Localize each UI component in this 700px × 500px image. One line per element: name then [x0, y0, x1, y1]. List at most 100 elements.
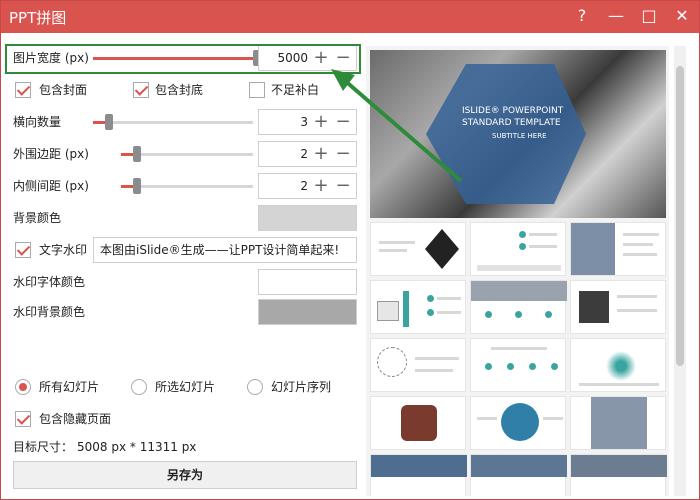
annotation-highlight-box: [5, 44, 361, 74]
wm-bg-color-row: 水印背景颜色: [13, 299, 357, 325]
scope-selected-radio[interactable]: [131, 379, 147, 395]
settings-panel: 图片宽度 (px) 5000 + − 包含封面 包含封底 不足补白 横向数量 3…: [1, 33, 363, 499]
thumb-skyline: [477, 265, 561, 271]
bg-color-swatch[interactable]: [258, 205, 357, 231]
fill-blank-label: 不足补白: [271, 83, 320, 97]
wm-font-color-label: 水印字体颜色: [13, 275, 86, 289]
columns-slider-thumb[interactable]: [105, 114, 113, 130]
thumb-text-line: [623, 253, 657, 256]
ppt-collage-window: PPT拼图 ? — □ ✕ 图片宽度 (px) 5000 + − 包含封面 包含…: [0, 0, 700, 500]
wm-font-color-row: 水印字体颜色: [13, 269, 357, 295]
thumb-building-image: [571, 223, 615, 275]
inner-spacing-value[interactable]: 2: [300, 174, 308, 198]
outer-margin-slider-thumb[interactable]: [133, 146, 141, 162]
wm-bg-color-swatch[interactable]: [258, 299, 357, 325]
thumb-text-line: [617, 295, 657, 298]
preview-slide-thumbnail: [470, 396, 566, 450]
columns-number-box: 3 + −: [258, 109, 357, 135]
thumb-dot: [519, 231, 526, 238]
preview-slide-thumbnail: [470, 454, 567, 496]
target-size-row: 目标尺寸： 5008 px * 11311 px: [13, 434, 357, 460]
outer-margin-value[interactable]: 2: [300, 142, 308, 166]
columns-row: 横向数量 3 + −: [13, 109, 357, 135]
outer-margin-label: 外围边距 (px): [13, 147, 89, 161]
maximize-button[interactable]: □: [638, 5, 660, 27]
thumb-text-line: [415, 369, 453, 372]
thumb-map-dots: [601, 351, 641, 381]
thumb-text-line: [623, 233, 659, 236]
target-size-label: 目标尺寸：: [13, 440, 74, 454]
thumb-dot: [485, 311, 492, 318]
columns-label: 横向数量: [13, 115, 62, 129]
options-row: 包含封面 包含封底 不足补白: [13, 77, 357, 103]
cover-subtitle: SUBTITLE HERE: [492, 132, 547, 140]
inner-spacing-row: 内侧间距 (px) 2 + −: [13, 173, 357, 199]
thumb-desk-illustration: [579, 291, 609, 323]
preview-slide-thumbnail: [370, 338, 466, 392]
thumb-dot: [485, 363, 492, 370]
wm-bg-color-label: 水印背景颜色: [13, 305, 86, 319]
preview-slide-thumbnail: [570, 280, 666, 334]
thumb-text-line: [579, 383, 659, 386]
bg-color-label: 背景颜色: [13, 211, 62, 225]
cover-title-line2: STANDARD TEMPLATE: [462, 118, 561, 128]
decrement-icon[interactable]: −: [334, 176, 352, 196]
inner-spacing-slider-thumb[interactable]: [133, 178, 141, 194]
scope-sequence-radio[interactable]: [247, 379, 263, 395]
increment-icon[interactable]: +: [312, 144, 330, 164]
include-back-checkbox[interactable]: [133, 82, 149, 98]
minimize-button[interactable]: —: [605, 5, 627, 27]
preview-scrollbar[interactable]: [674, 46, 686, 496]
thumb-header-image: [371, 455, 467, 477]
increment-icon[interactable]: +: [312, 112, 330, 132]
preview-slide-thumbnail: [370, 454, 467, 496]
preview-slide-thumbnail: [370, 396, 466, 450]
wm-font-color-swatch[interactable]: [258, 269, 357, 295]
decrement-icon[interactable]: −: [334, 112, 352, 132]
thumb-dot: [519, 243, 526, 250]
preview-slide-thumbnail: [470, 280, 567, 334]
thumb-text-line: [529, 245, 557, 248]
include-cover-checkbox[interactable]: [15, 82, 31, 98]
preview-slide-thumbnail: [370, 280, 466, 334]
decrement-icon[interactable]: −: [334, 144, 352, 164]
thumb-text-line: [543, 417, 563, 420]
preview-cover-slide: ISLIDE® POWERPOINT STANDARD TEMPLATE SUB…: [370, 50, 666, 218]
thumb-arrow-stack: [403, 291, 409, 327]
thumb-diamond-image: [425, 229, 459, 269]
preview-slide-thumbnail: [570, 222, 666, 276]
thumb-dot: [551, 363, 558, 370]
help-button[interactable]: ?: [571, 5, 593, 27]
thumb-house-icon: [377, 301, 399, 321]
watermark-text-input[interactable]: 本图由iSlide®生成——让PPT设计简单起来!: [93, 237, 357, 263]
save-as-button[interactable]: 另存为: [13, 461, 357, 489]
close-button[interactable]: ✕: [671, 5, 693, 27]
preview-slide-thumbnail: [470, 338, 566, 392]
preview-scrollbar-thumb[interactable]: [676, 66, 684, 366]
scope-all-radio[interactable]: [15, 379, 31, 395]
watermark-checkbox[interactable]: [15, 242, 31, 258]
columns-value[interactable]: 3: [300, 110, 308, 134]
titlebar: PPT拼图 ? — □ ✕: [1, 1, 699, 33]
thumb-text-line: [437, 297, 461, 300]
inner-spacing-number-box: 2 + −: [258, 173, 357, 199]
thumb-arc-diagram: [377, 347, 407, 377]
preview-slide-thumbnail: [570, 454, 667, 496]
thumb-dot: [427, 309, 434, 316]
thumb-header-image: [471, 281, 567, 301]
include-hidden-row: 包含隐藏页面: [13, 406, 357, 432]
thumb-dot: [427, 295, 434, 302]
thumb-text-line: [379, 241, 415, 244]
preview-pane: ISLIDE® POWERPOINT STANDARD TEMPLATE SUB…: [366, 46, 669, 496]
thumb-text-line: [491, 347, 547, 350]
bg-color-row: 背景颜色: [13, 205, 357, 231]
scope-all-label: 所有幻灯片: [39, 380, 100, 394]
columns-slider-track[interactable]: [93, 121, 253, 124]
outer-margin-number-box: 2 + −: [258, 141, 357, 167]
fill-blank-checkbox[interactable]: [249, 82, 265, 98]
thumb-text-line: [379, 249, 407, 252]
increment-icon[interactable]: +: [312, 176, 330, 196]
include-hidden-checkbox[interactable]: [15, 411, 31, 427]
scope-sequence-label: 幻灯片序列: [271, 380, 332, 394]
thumb-circle-diagram: [501, 403, 539, 441]
